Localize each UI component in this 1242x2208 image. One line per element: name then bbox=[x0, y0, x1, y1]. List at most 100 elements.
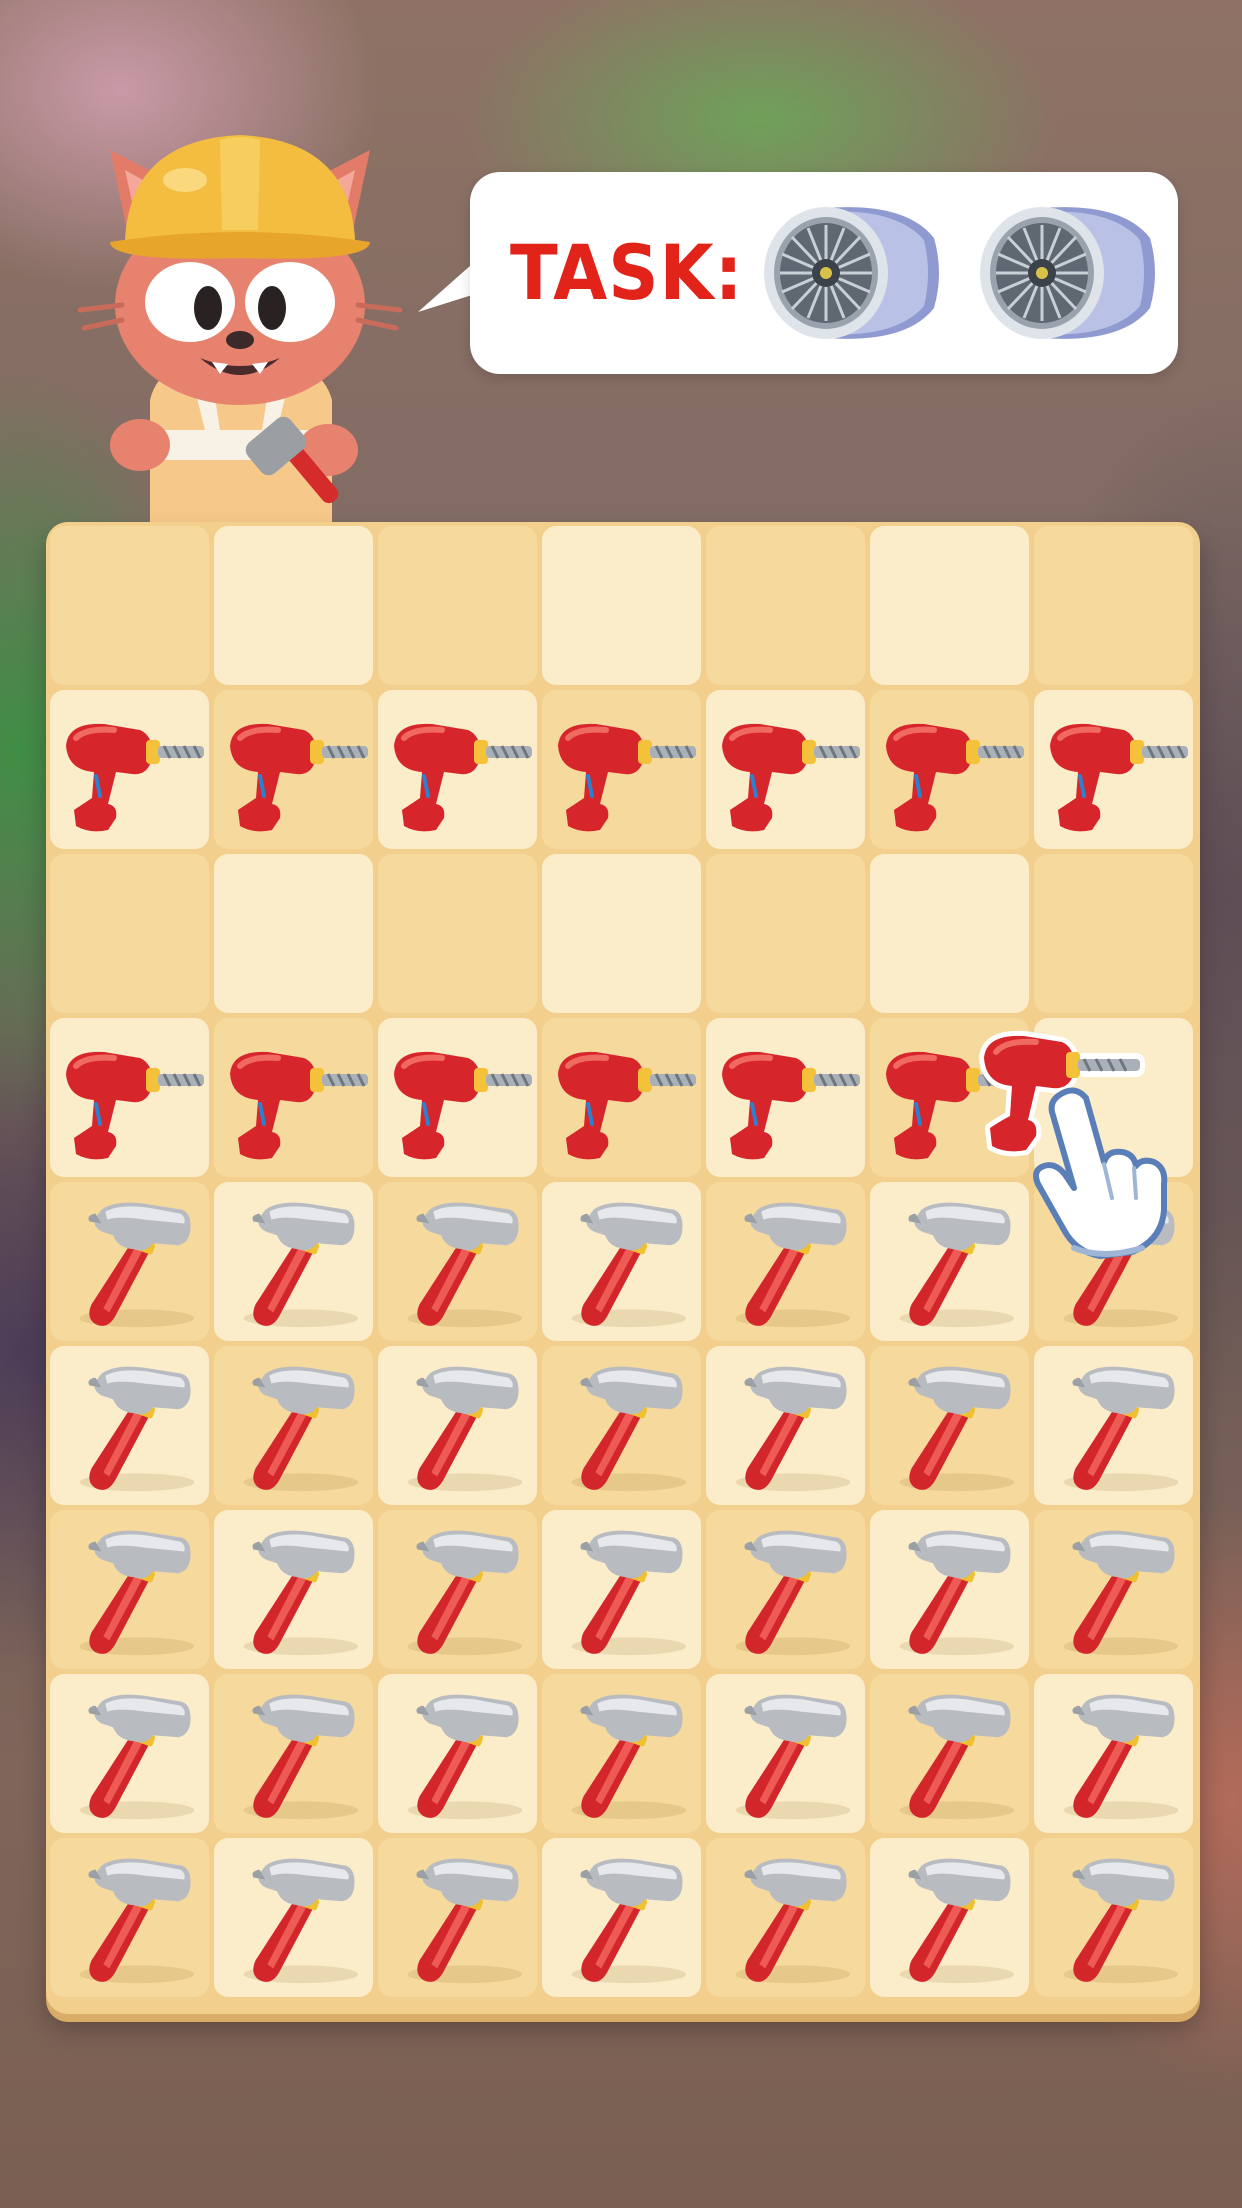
hammer-icon[interactable] bbox=[220, 1516, 368, 1664]
board-tile[interactable] bbox=[542, 690, 701, 849]
hammer-icon[interactable] bbox=[548, 1680, 696, 1828]
board-tile[interactable] bbox=[378, 1346, 537, 1505]
board-tile[interactable] bbox=[378, 1674, 537, 1833]
board-tile[interactable] bbox=[378, 1838, 537, 1997]
board-tile[interactable] bbox=[706, 1838, 865, 1997]
board-tile[interactable] bbox=[870, 1510, 1029, 1669]
board-tile[interactable] bbox=[870, 690, 1029, 849]
hammer-icon[interactable] bbox=[1040, 1516, 1188, 1664]
board-tile[interactable] bbox=[50, 1018, 209, 1177]
hammer-icon[interactable] bbox=[384, 1844, 532, 1992]
board-tile[interactable] bbox=[706, 1018, 865, 1177]
board-tile[interactable] bbox=[542, 1018, 701, 1177]
board-tile[interactable] bbox=[50, 1674, 209, 1833]
board-tile[interactable] bbox=[378, 526, 537, 685]
hammer-icon[interactable] bbox=[876, 1844, 1024, 1992]
drill-icon[interactable] bbox=[216, 1020, 372, 1176]
board-tile[interactable] bbox=[214, 690, 373, 849]
hammer-icon[interactable] bbox=[548, 1188, 696, 1336]
board-tile[interactable] bbox=[1034, 854, 1193, 1013]
hammer-icon[interactable] bbox=[220, 1844, 368, 1992]
hammer-icon[interactable] bbox=[876, 1516, 1024, 1664]
board-tile[interactable] bbox=[870, 854, 1029, 1013]
hammer-icon[interactable] bbox=[56, 1844, 204, 1992]
drill-icon[interactable] bbox=[52, 692, 208, 848]
hammer-icon[interactable] bbox=[56, 1188, 204, 1336]
board-tile[interactable] bbox=[706, 1182, 865, 1341]
board-tile[interactable] bbox=[214, 1838, 373, 1997]
board-tile[interactable] bbox=[542, 1346, 701, 1505]
board-tile[interactable] bbox=[214, 526, 373, 685]
board-tile[interactable] bbox=[870, 1182, 1029, 1341]
hammer-icon[interactable] bbox=[876, 1680, 1024, 1828]
board-tile[interactable] bbox=[50, 1838, 209, 1997]
hammer-icon[interactable] bbox=[56, 1352, 204, 1500]
hammer-icon[interactable] bbox=[712, 1680, 860, 1828]
hammer-icon[interactable] bbox=[548, 1844, 696, 1992]
board-tile[interactable] bbox=[50, 1346, 209, 1505]
board-tile[interactable] bbox=[50, 1510, 209, 1669]
drill-icon[interactable] bbox=[380, 1020, 536, 1176]
hammer-icon[interactable] bbox=[876, 1188, 1024, 1336]
hammer-icon[interactable] bbox=[220, 1680, 368, 1828]
hammer-icon[interactable] bbox=[384, 1680, 532, 1828]
board-tile[interactable] bbox=[1034, 1510, 1193, 1669]
board-tile[interactable] bbox=[542, 526, 701, 685]
hammer-icon[interactable] bbox=[1040, 1844, 1188, 1992]
drill-icon[interactable] bbox=[1036, 692, 1192, 848]
hammer-icon[interactable] bbox=[712, 1352, 860, 1500]
board-tile[interactable] bbox=[50, 1182, 209, 1341]
board-tile[interactable] bbox=[542, 1510, 701, 1669]
drill-icon[interactable] bbox=[216, 692, 372, 848]
hammer-icon[interactable] bbox=[548, 1516, 696, 1664]
board-tile[interactable] bbox=[706, 1674, 865, 1833]
board-tile[interactable] bbox=[706, 854, 865, 1013]
board-tile[interactable] bbox=[50, 526, 209, 685]
drill-icon[interactable] bbox=[872, 692, 1028, 848]
hammer-icon[interactable] bbox=[712, 1516, 860, 1664]
board-tile[interactable] bbox=[542, 1182, 701, 1341]
board-tile[interactable] bbox=[706, 1346, 865, 1505]
board-tile[interactable] bbox=[870, 526, 1029, 685]
board-tile[interactable] bbox=[378, 1182, 537, 1341]
hammer-icon[interactable] bbox=[56, 1516, 204, 1664]
board-tile[interactable] bbox=[214, 1182, 373, 1341]
hammer-icon[interactable] bbox=[712, 1188, 860, 1336]
board-tile[interactable] bbox=[378, 690, 537, 849]
board-tile[interactable] bbox=[378, 1510, 537, 1669]
board-tile[interactable] bbox=[870, 1674, 1029, 1833]
drill-icon[interactable] bbox=[544, 1020, 700, 1176]
hammer-icon[interactable] bbox=[1040, 1680, 1188, 1828]
hammer-icon[interactable] bbox=[876, 1352, 1024, 1500]
hammer-icon[interactable] bbox=[1040, 1352, 1188, 1500]
drill-icon[interactable] bbox=[708, 692, 864, 848]
board-tile[interactable] bbox=[214, 1018, 373, 1177]
board-tile[interactable] bbox=[870, 1838, 1029, 1997]
board-tile[interactable] bbox=[50, 690, 209, 849]
hammer-icon[interactable] bbox=[384, 1352, 532, 1500]
board-tile[interactable] bbox=[542, 1674, 701, 1833]
board-tile[interactable] bbox=[1034, 690, 1193, 849]
hammer-icon[interactable] bbox=[548, 1352, 696, 1500]
drill-icon[interactable] bbox=[52, 1020, 208, 1176]
hammer-icon[interactable] bbox=[384, 1188, 532, 1336]
board-tile[interactable] bbox=[214, 854, 373, 1013]
board-tile[interactable] bbox=[542, 854, 701, 1013]
board-tile[interactable] bbox=[706, 1510, 865, 1669]
board-tile[interactable] bbox=[706, 526, 865, 685]
hammer-icon[interactable] bbox=[56, 1680, 204, 1828]
board-tile[interactable] bbox=[706, 690, 865, 849]
board-tile[interactable] bbox=[378, 1018, 537, 1177]
board-tile[interactable] bbox=[50, 854, 209, 1013]
board-tile[interactable] bbox=[378, 854, 537, 1013]
board-tile[interactable] bbox=[214, 1346, 373, 1505]
drill-icon[interactable] bbox=[708, 1020, 864, 1176]
board-tile[interactable] bbox=[214, 1510, 373, 1669]
board-tile[interactable] bbox=[1034, 1346, 1193, 1505]
board-tile[interactable] bbox=[1034, 1838, 1193, 1997]
board-tile[interactable] bbox=[214, 1674, 373, 1833]
hammer-icon[interactable] bbox=[220, 1352, 368, 1500]
hammer-icon[interactable] bbox=[220, 1188, 368, 1336]
board-tile[interactable] bbox=[1034, 526, 1193, 685]
board-tile[interactable] bbox=[542, 1838, 701, 1997]
